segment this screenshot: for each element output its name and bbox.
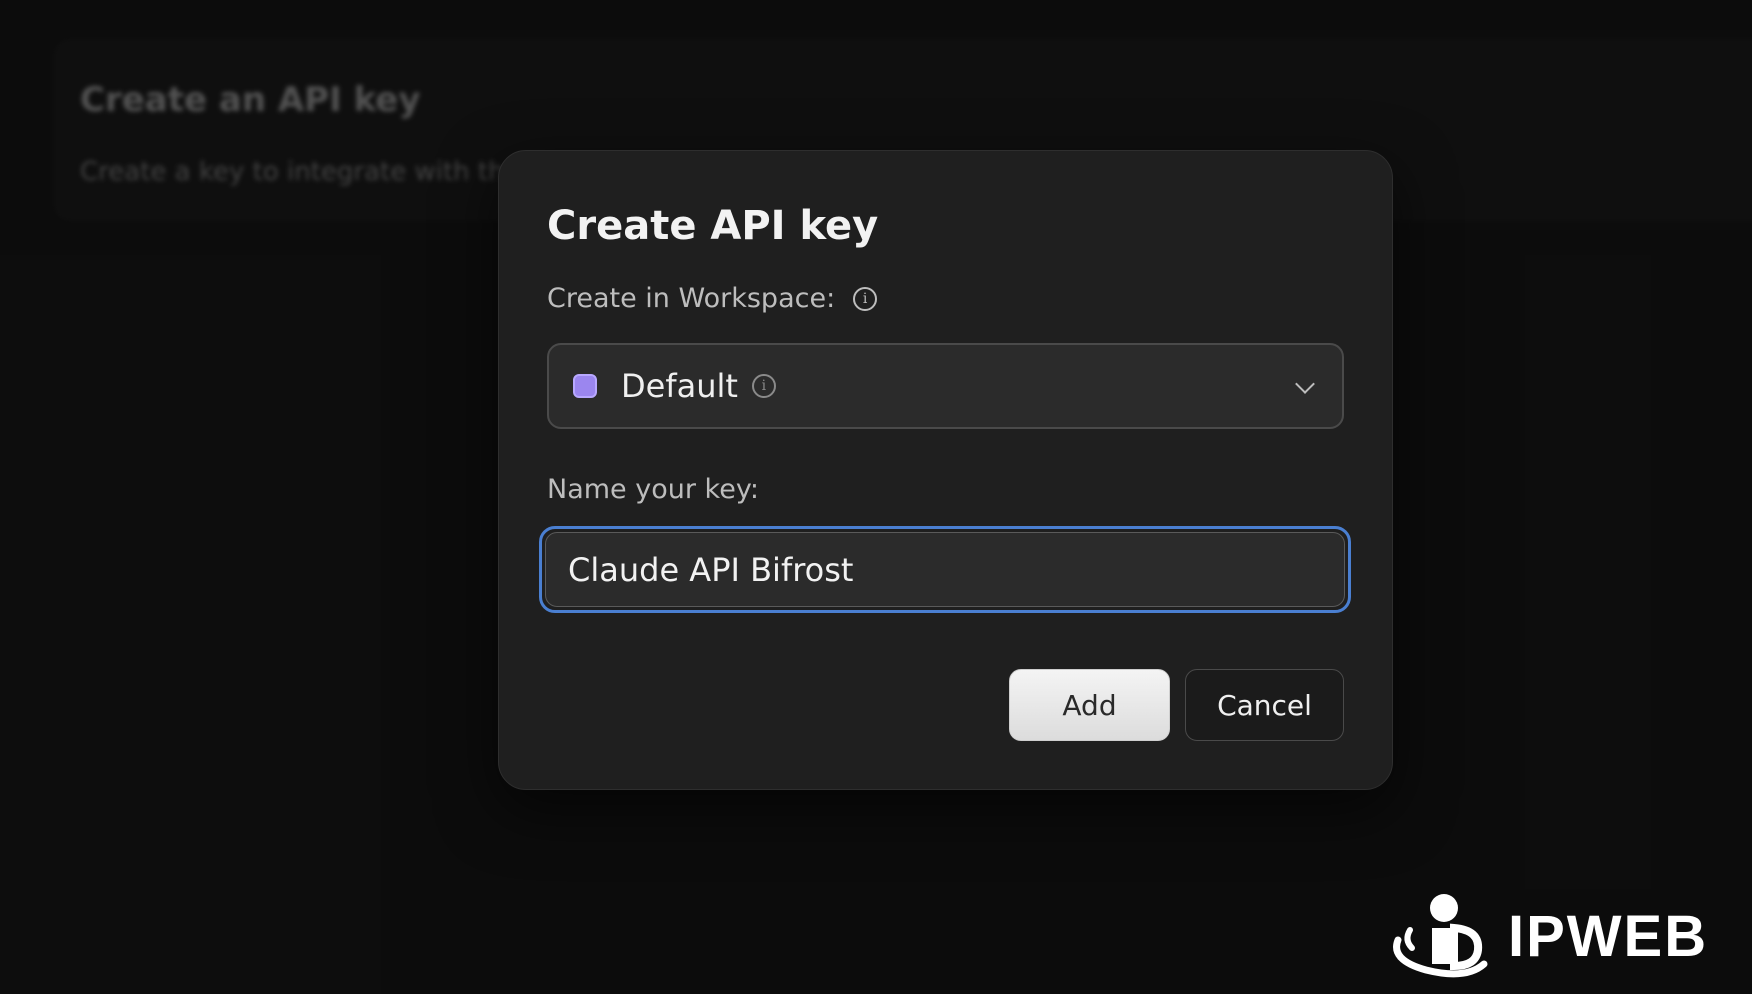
add-button[interactable]: Add <box>1009 669 1170 741</box>
watermark: IPWEB <box>1392 890 1737 982</box>
watermark-text: IPWEB <box>1508 903 1709 969</box>
workspace-select[interactable]: Default i <box>547 343 1344 429</box>
ipweb-logo-icon <box>1392 890 1490 982</box>
info-icon[interactable]: i <box>751 374 776 398</box>
workspace-label-row: Create in Workspace: i <box>547 283 878 314</box>
key-name-label: Name your key: <box>547 474 759 505</box>
workspace-label: Create in Workspace: <box>547 283 836 314</box>
cancel-button[interactable]: Cancel <box>1185 669 1344 741</box>
key-name-input[interactable] <box>545 532 1345 607</box>
workspace-color-swatch <box>573 374 597 398</box>
chevron-down-icon <box>1295 374 1315 394</box>
dialog-title: Create API key <box>547 203 879 249</box>
workspace-select-value: Default <box>621 367 738 405</box>
create-api-key-dialog: Create API key Create in Workspace: i De… <box>498 150 1393 790</box>
key-name-focus-ring <box>539 526 1351 613</box>
info-icon[interactable]: i <box>853 286 878 311</box>
